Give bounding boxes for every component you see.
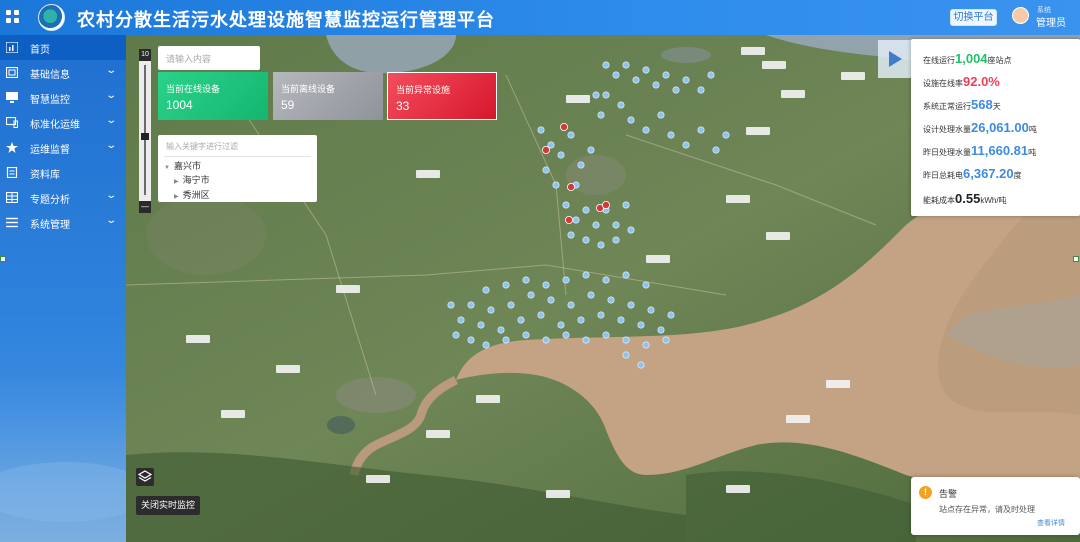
play-button[interactable] [878, 40, 912, 78]
layers-icon[interactable] [136, 468, 154, 486]
sidebar-item-label: 运维监督 [30, 145, 70, 156]
sidebar-item-label: 专题分析 [30, 195, 70, 206]
caret-right-icon: ▶ [174, 194, 179, 200]
chevron-down-icon: ⌄ [105, 190, 118, 201]
tree-node-child[interactable]: ▶ 海宁市 [174, 173, 210, 186]
top-header: 农村分散生活污水处理设施智慧监控运行管理平台 切换平台 系统 管理员 [0, 0, 1080, 35]
divider [164, 156, 311, 157]
device-icon [6, 117, 18, 128]
stat-yesterday-volume: 昨日处理水量11,660.81吨 [923, 143, 1037, 158]
chart-icon [6, 42, 18, 53]
table-icon [6, 192, 18, 203]
tree-node-label: 海宁市 [182, 175, 210, 185]
window-icon [6, 67, 18, 78]
sidebar-item-library[interactable]: 资料库 [0, 160, 126, 185]
stat-yesterday-power: 昨日总耗电6,367.20度 [923, 166, 1022, 181]
stat-design-volume: 设计处理水量26,061.00吨 [923, 120, 1037, 135]
resize-handle[interactable] [0, 256, 6, 262]
region-tree: 输入关键字进行过滤 ▼ 嘉兴市 ▶ 海宁市 ▶ 秀洲区 [158, 135, 317, 202]
platform-logo [38, 4, 65, 31]
tree-node-label: 秀洲区 [182, 190, 210, 200]
card-label: 当前异常设施 [396, 85, 451, 95]
zoom-slider[interactable]: 10 — [139, 49, 151, 213]
alert-title: 告警 [939, 489, 958, 499]
list-icon [6, 217, 18, 228]
zoom-handle[interactable] [141, 133, 149, 140]
stat-running-days: 系统正常运行568天 [923, 97, 1001, 112]
alert-notification: ! 告警 站点存在异常，请及时处理 查看详情 [911, 477, 1080, 535]
card-label: 当前在线设备 [166, 84, 221, 94]
offline-devices-card[interactable]: 当前离线设备 59 [273, 72, 383, 120]
card-label: 当前离线设备 [281, 84, 336, 94]
online-devices-card[interactable]: 当前在线设备 1004 [158, 72, 268, 120]
warning-icon: ! [919, 486, 932, 499]
sidebar-item-label: 资料库 [30, 170, 60, 181]
document-icon [6, 167, 18, 178]
monitor-icon [6, 92, 18, 103]
stats-panel: 在线运行1,004座站点 设施在线率92.0% 系统正常运行568天 设计处理水… [911, 39, 1080, 216]
chevron-down-icon: ⌄ [105, 115, 118, 126]
avatar[interactable] [1012, 7, 1029, 24]
satellite-map[interactable]: 10 — 请输入内容 当前在线设备 1004 当前离线设备 59 当前异常设施 … [126, 35, 1080, 542]
sidebar-item-basic-info[interactable]: 基础信息 ⌄ [0, 60, 126, 85]
page-title: 农村分散生活污水处理设施智慧监控运行管理平台 [77, 10, 495, 30]
sidebar-item-label: 基础信息 [30, 70, 70, 81]
play-icon [889, 51, 902, 67]
close-realtime-monitor-button[interactable]: 关闭实时监控 [136, 496, 200, 515]
star-icon [6, 142, 18, 153]
sidebar-item-system-admin[interactable]: 系统管理 ⌄ [0, 210, 126, 235]
chevron-down-icon: ⌄ [105, 90, 118, 101]
alert-message: 站点存在异常，请及时处理 [939, 505, 1035, 514]
tree-filter-input[interactable]: 输入关键字进行过滤 [166, 141, 238, 152]
search-input[interactable]: 请输入内容 [158, 46, 260, 70]
apps-grid-icon[interactable] [6, 10, 20, 24]
abnormal-facilities-card[interactable]: 当前异常设施 33 [387, 72, 497, 120]
sidebar-item-topic-analysis[interactable]: 专题分析 ⌄ [0, 185, 126, 210]
resize-handle[interactable] [1073, 256, 1079, 262]
card-value: 33 [396, 99, 410, 113]
chevron-down-icon: ⌄ [105, 215, 118, 226]
sidebar-item-smart-monitor[interactable]: 智慧监控 ⌄ [0, 85, 126, 110]
stat-online-rate: 设施在线率92.0% [923, 74, 1000, 89]
chevron-down-icon: ⌄ [105, 140, 118, 151]
zoom-out-button[interactable]: — [139, 201, 151, 213]
card-value: 59 [281, 98, 295, 112]
chevron-down-icon: ⌄ [105, 65, 118, 76]
sidebar-item-standard-ops[interactable]: 标准化运维 ⌄ [0, 110, 126, 135]
zoom-level[interactable]: 10 [139, 49, 151, 61]
sidebar: 首页 基础信息 ⌄ 智慧监控 ⌄ 标准化运维 ⌄ 运维监督 ⌄ 资料库 专题分析… [0, 35, 150, 542]
sidebar-item-label: 首页 [30, 45, 50, 56]
tree-node-child[interactable]: ▶ 秀洲区 [174, 188, 210, 201]
zoom-track[interactable] [144, 65, 146, 195]
sidebar-item-label: 系统管理 [30, 220, 70, 231]
sidebar-item-ops-supervision[interactable]: 运维监督 ⌄ [0, 135, 126, 160]
user-role[interactable]: 管理员 [1036, 14, 1066, 29]
switch-platform-button[interactable]: 切换平台 [950, 9, 997, 26]
caret-right-icon: ▶ [174, 179, 179, 185]
sidebar-item-label: 标准化运维 [30, 120, 80, 131]
view-details-link[interactable]: 查看详情 [1037, 518, 1065, 528]
caret-down-icon: ▼ [164, 165, 170, 171]
stat-energy-cost: 能耗成本0.55kWh/吨 [923, 191, 1007, 206]
card-value: 1004 [166, 98, 193, 112]
stat-online: 在线运行1,004座站点 [923, 51, 1012, 66]
sidebar-item-home[interactable]: 首页 [0, 35, 126, 60]
tree-node-label: 嘉兴市 [173, 161, 201, 171]
sidebar-item-label: 智慧监控 [30, 95, 70, 106]
tree-node-root[interactable]: ▼ 嘉兴市 [164, 159, 201, 172]
